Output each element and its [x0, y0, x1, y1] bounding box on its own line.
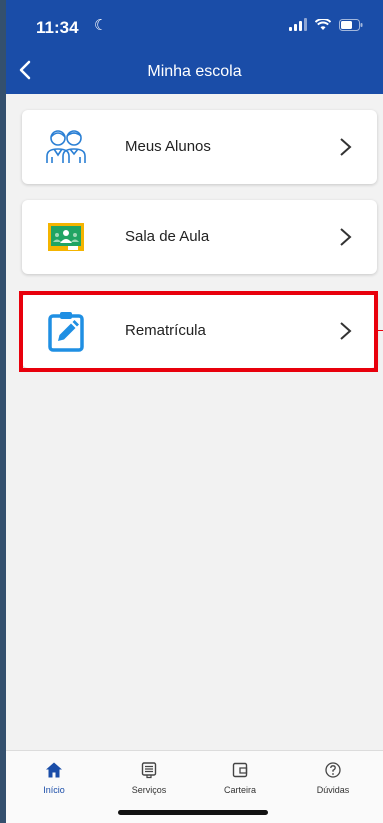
tab-label: Início: [43, 785, 65, 795]
status-time: 11:34: [36, 18, 79, 37]
wallet-icon: [232, 762, 248, 778]
home-indicator: [118, 810, 268, 815]
chevron-right-icon: [340, 322, 352, 340]
menu-item-sala-de-aula[interactable]: Sala de Aula: [22, 200, 377, 274]
app-header: 11:34 ☾ Minha escola: [6, 0, 383, 94]
tab-duvidas[interactable]: Dúvidas: [298, 761, 368, 795]
edit-clipboard-icon: [44, 309, 88, 353]
tab-inicio[interactable]: Início: [19, 761, 89, 795]
page-title: Minha escola: [147, 63, 242, 80]
bottom-tab-bar: Início Serviços Carteira Dúvidas: [6, 750, 383, 823]
tab-label: Serviços: [131, 785, 167, 795]
tab-label: Carteira: [223, 785, 256, 795]
tab-carteira[interactable]: Carteira: [205, 761, 275, 795]
tab-label: Dúvidas: [316, 785, 350, 795]
menu-item-label: Meus Alunos: [125, 138, 211, 155]
menu-item-label: Rematrícula: [125, 322, 206, 339]
tab-servicos[interactable]: Serviços: [114, 761, 184, 795]
classroom-icon: [44, 215, 88, 259]
students-icon: [44, 125, 88, 169]
highlight-pointer: [376, 330, 383, 331]
battery-icon: [339, 18, 363, 31]
moon-icon: ☾: [94, 17, 108, 34]
app-screen: 11:34 ☾ Minha escola Meus Alunos Sala de…: [6, 0, 383, 823]
help-icon: [325, 762, 341, 778]
status-icons: [289, 18, 363, 31]
services-icon: [141, 762, 157, 779]
menu-item-label: Sala de Aula: [125, 228, 210, 245]
menu-item-meus-alunos[interactable]: Meus Alunos: [22, 110, 377, 184]
home-icon: [46, 762, 62, 778]
chevron-right-icon: [340, 138, 352, 156]
chevron-right-icon: [340, 228, 352, 246]
menu-item-rematricula[interactable]: Rematrícula: [22, 294, 377, 368]
wifi-icon: [315, 18, 331, 31]
signal-icon: [289, 18, 307, 31]
